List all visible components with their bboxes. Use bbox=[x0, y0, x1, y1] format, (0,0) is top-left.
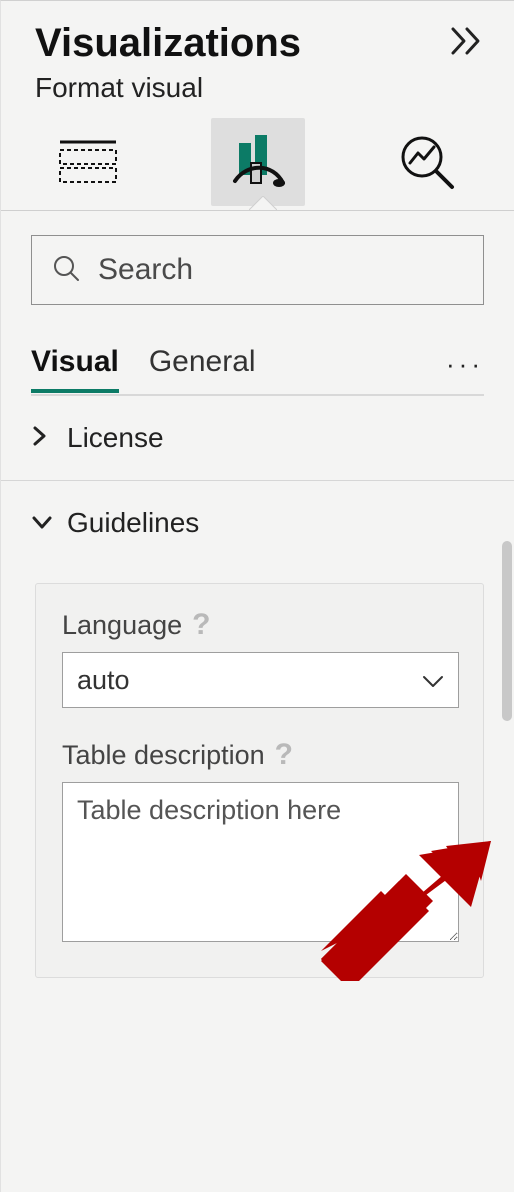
section-guidelines[interactable]: Guidelines bbox=[1, 481, 514, 565]
language-select[interactable]: auto bbox=[62, 652, 459, 708]
panel-title: Visualizations bbox=[35, 21, 301, 66]
subtab-more-button[interactable]: ··· bbox=[446, 349, 484, 390]
section-guidelines-label: Guidelines bbox=[67, 507, 199, 539]
help-icon[interactable]: ? bbox=[275, 738, 293, 772]
fields-tab-button[interactable] bbox=[41, 118, 135, 206]
subtab-visual[interactable]: Visual bbox=[31, 345, 119, 393]
chevron-down-icon bbox=[31, 507, 57, 539]
format-subtabs: Visual General ··· bbox=[1, 305, 514, 394]
format-tab-button[interactable] bbox=[211, 118, 305, 206]
section-license[interactable]: License bbox=[1, 396, 514, 480]
subtab-general[interactable]: General bbox=[149, 345, 256, 393]
search-icon bbox=[52, 254, 80, 287]
format-tab-row bbox=[1, 114, 514, 208]
active-tab-notch bbox=[249, 196, 277, 210]
tab-divider bbox=[1, 210, 514, 211]
guidelines-card: Language ? auto Table description ? bbox=[35, 583, 484, 978]
panel-header: Visualizations bbox=[1, 1, 514, 66]
language-label-row: Language ? bbox=[62, 608, 459, 642]
search-container bbox=[1, 211, 514, 305]
chevron-right-icon bbox=[31, 422, 57, 454]
language-value: auto bbox=[77, 665, 130, 696]
chevron-down-icon bbox=[422, 665, 444, 696]
table-fields-icon bbox=[58, 138, 118, 186]
section-license-label: License bbox=[67, 422, 164, 454]
analytics-tab-button[interactable] bbox=[380, 118, 474, 206]
visualizations-panel: Visualizations Format visual bbox=[0, 0, 514, 1192]
table-description-label: Table description bbox=[62, 740, 265, 771]
analytics-magnifier-icon bbox=[398, 133, 456, 191]
help-icon[interactable]: ? bbox=[192, 608, 210, 642]
chevron-double-right-icon bbox=[450, 26, 484, 56]
collapse-panel-button[interactable] bbox=[450, 23, 484, 65]
scrollbar-thumb[interactable] bbox=[502, 541, 512, 721]
language-label: Language bbox=[62, 610, 182, 641]
table-description-label-row: Table description ? bbox=[62, 738, 459, 772]
search-box[interactable] bbox=[31, 235, 484, 305]
search-input[interactable] bbox=[96, 252, 486, 288]
panel-subtitle: Format visual bbox=[1, 66, 514, 114]
table-description-input[interactable] bbox=[62, 782, 459, 942]
paintbrush-icon bbox=[229, 133, 287, 191]
